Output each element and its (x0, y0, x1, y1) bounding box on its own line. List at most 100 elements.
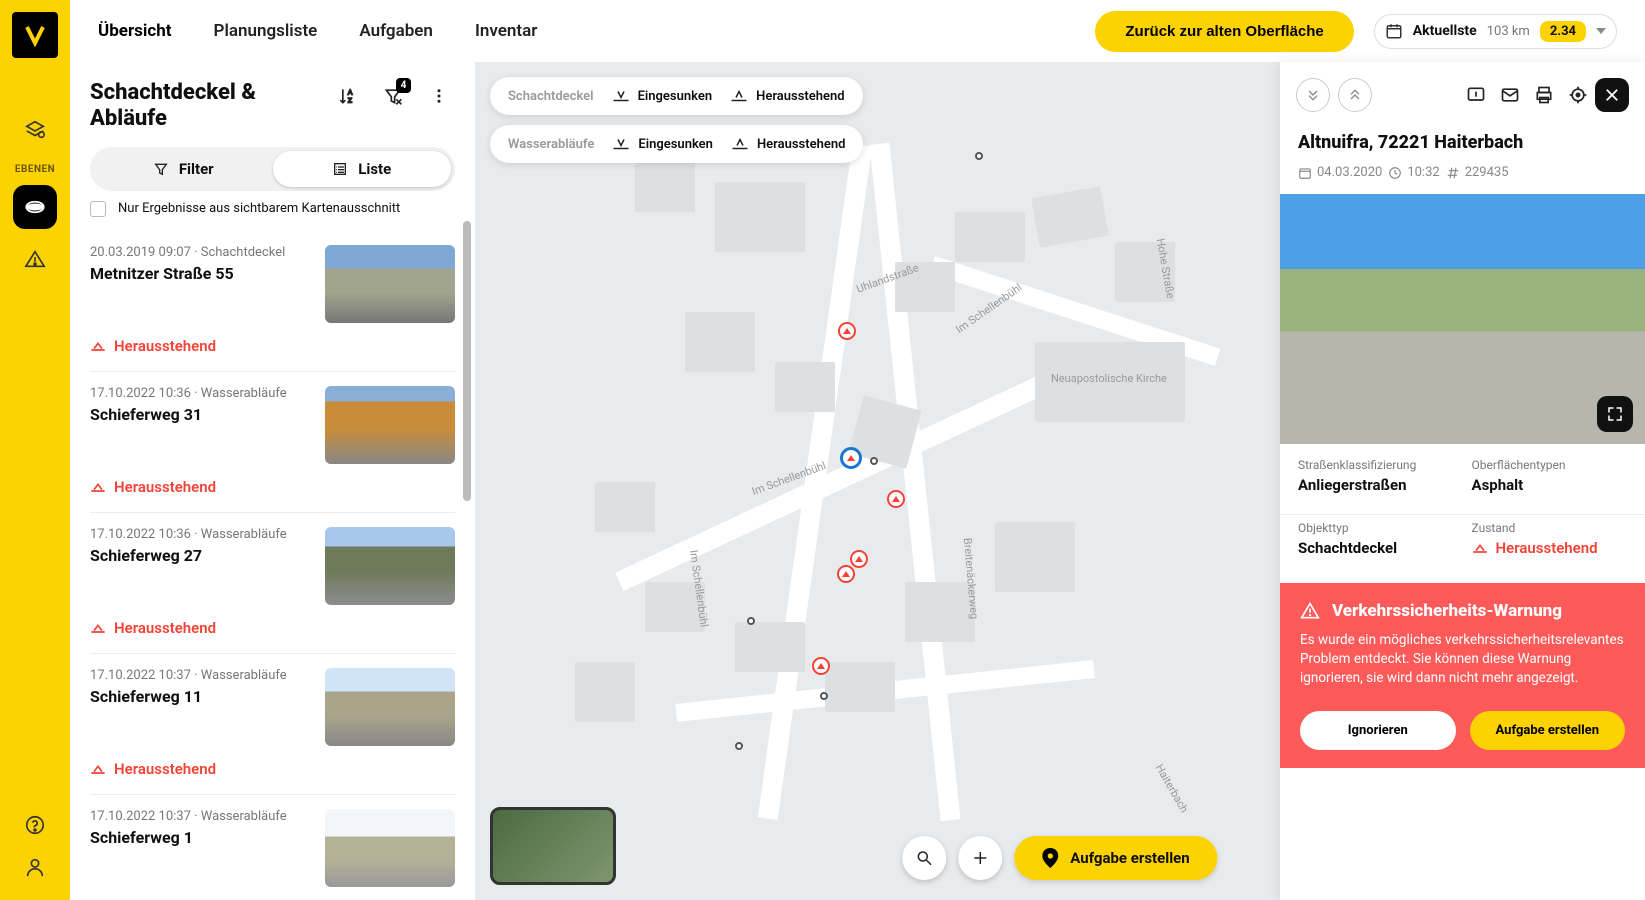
detail-id: 229435 (1465, 165, 1509, 180)
rail-account[interactable] (24, 856, 46, 882)
visible-only-label: Nur Ergebnisse aus sichtbarem Kartenauss… (118, 201, 400, 216)
list-item-meta: 17.10.2022 10:37 · Wasserabläufe (90, 668, 311, 683)
list-item-meta: 17.10.2022 10:37 · Wasserabläufe (90, 809, 311, 824)
list-item[interactable]: 20.03.2019 09:07 · Schachtdeckel Metnitz… (90, 231, 455, 372)
currency-selector[interactable]: Aktuellste 103 km 2.34 (1374, 14, 1617, 49)
detail-panel: Altnuifra, 72221 Haiterbach 04.03.2020 1… (1280, 62, 1645, 900)
list-item[interactable]: 17.10.2022 10:37 · Wasserabläufe Schiefe… (90, 654, 455, 795)
legend-protruding-toggle[interactable]: Herausstehend (730, 87, 844, 105)
list-item[interactable]: 17.10.2022 10:36 · Wasserabläufe Schiefe… (90, 372, 455, 513)
filter-count-badge: 4 (396, 78, 411, 93)
map-marker[interactable] (837, 565, 855, 583)
map-dot[interactable] (975, 152, 983, 160)
list-item-status: Herausstehend (90, 619, 455, 637)
warning-create-task-button[interactable]: Aufgabe erstellen (1470, 711, 1626, 750)
detail-date: 04.03.2020 (1317, 165, 1382, 180)
calendar-icon (1298, 166, 1312, 180)
list-item-status: Herausstehend (90, 337, 455, 355)
map-dot[interactable] (747, 617, 755, 625)
list-item-meta: 20.03.2019 09:07 · Schachtdeckel (90, 245, 311, 260)
tab-list-label: Liste (358, 160, 391, 178)
photo-expand-button[interactable] (1597, 396, 1633, 432)
detail-surface-value: Asphalt (1472, 476, 1628, 494)
list-item-status: Herausstehend (90, 760, 455, 778)
map-marker[interactable] (887, 490, 905, 508)
map-dot[interactable] (820, 692, 828, 700)
rail-layers-settings[interactable] (13, 108, 57, 152)
rail-section-label: EBENEN (15, 164, 55, 175)
detail-objecttype-label: Objekttyp (1298, 521, 1454, 535)
map-marker[interactable] (850, 550, 868, 568)
visible-only-checkbox[interactable] (90, 201, 106, 217)
list-icon (332, 161, 348, 177)
scroll-down-button[interactable] (1296, 78, 1330, 112)
detail-locate-button[interactable] (1561, 78, 1595, 112)
detail-klass-label: Straßenklassifizierung (1298, 458, 1454, 472)
chevrons-up-icon (1347, 87, 1363, 103)
left-panel: Schachtdeckel & Abläufe AZ 4 Filter List… (70, 62, 475, 900)
svg-text:A: A (348, 89, 353, 96)
app-logo[interactable] (12, 12, 58, 58)
map-marker-selected[interactable] (840, 447, 862, 469)
detail-photo (1280, 194, 1645, 444)
list-item[interactable]: 17.10.2022 10:36 · Wasserabläufe Schiefe… (90, 513, 455, 654)
list-item[interactable]: 17.10.2022 10:37 · Wasserabläufe Schiefe… (90, 795, 455, 900)
list-item-meta: 17.10.2022 10:36 · Wasserabläufe (90, 386, 311, 401)
map-zoom-in-button[interactable] (958, 836, 1002, 880)
map-search-button[interactable] (902, 836, 946, 880)
tab-filter[interactable]: Filter (94, 151, 273, 187)
chevrons-down-icon (1305, 87, 1321, 103)
panel-more-button[interactable] (423, 80, 455, 112)
rail-layer-hazards[interactable] (13, 237, 57, 281)
nav-tasks[interactable]: Aufgaben (359, 21, 433, 41)
detail-mail-button[interactable] (1493, 78, 1527, 112)
detail-condition-value: Herausstehend (1472, 539, 1628, 557)
detail-close-button[interactable] (1595, 78, 1629, 112)
detail-condition-label: Zustand (1472, 521, 1628, 535)
create-task-button[interactable]: Aufgabe erstellen (1014, 836, 1217, 880)
comment-icon (1466, 85, 1486, 105)
list-scrollbar[interactable] (463, 221, 471, 501)
filter-clear-button[interactable]: 4 (377, 80, 409, 112)
warning-title: Verkehrssicherheits-Warnung (1332, 601, 1562, 621)
top-nav: Übersicht Planungsliste Aufgaben Inventa… (98, 21, 537, 41)
map-dot[interactable] (870, 457, 878, 465)
warning-ignore-button[interactable]: Ignorieren (1300, 711, 1456, 750)
map-marker[interactable] (812, 657, 830, 675)
tab-filter-label: Filter (179, 160, 214, 178)
nav-inventory[interactable]: Inventar (475, 21, 537, 41)
map-marker[interactable] (838, 322, 856, 340)
nav-overview[interactable]: Übersicht (98, 21, 172, 41)
protruding-icon (90, 338, 106, 354)
sort-button[interactable]: AZ (331, 80, 363, 112)
rail-layer-covers[interactable] (13, 185, 57, 229)
left-rail: EBENEN (0, 0, 70, 900)
calendar-icon (1385, 22, 1403, 40)
mini-map-toggle[interactable] (490, 807, 616, 885)
sunken-icon (612, 87, 630, 105)
legend-row-label: Wasserabläufe (508, 137, 594, 152)
nav-planningslist[interactable]: Planungsliste (214, 21, 318, 41)
list-item-thumb (325, 668, 455, 746)
list-item-thumb (325, 386, 455, 464)
list-item-title: Metnitzer Straße 55 (90, 264, 311, 283)
plus-icon (971, 849, 989, 867)
map-dot[interactable] (735, 742, 743, 750)
legend-row-label: Schachtdeckel (508, 89, 594, 104)
tab-list[interactable]: Liste (273, 151, 452, 187)
detail-print-button[interactable] (1527, 78, 1561, 112)
list-item-thumb (325, 527, 455, 605)
rail-help[interactable] (24, 814, 46, 840)
legend-sunken-toggle[interactable]: Eingesunken (612, 135, 713, 153)
detail-time: 10:32 (1407, 165, 1439, 180)
legend-protruding-toggle[interactable]: Herausstehend (731, 135, 845, 153)
detail-klass-value: Anliegerstraßen (1298, 476, 1454, 494)
scroll-up-button[interactable] (1338, 78, 1372, 112)
hash-icon (1446, 166, 1460, 180)
back-to-old-ui-button[interactable]: Zurück zur alten Oberfläche (1095, 11, 1353, 52)
panel-title: Schachtdeckel & Abläufe (90, 80, 331, 133)
list-item-title: Schieferweg 11 (90, 687, 311, 706)
legend-sunken-toggle[interactable]: Eingesunken (612, 87, 713, 105)
chevron-down-icon (1596, 28, 1606, 34)
detail-comment-button[interactable] (1459, 78, 1493, 112)
